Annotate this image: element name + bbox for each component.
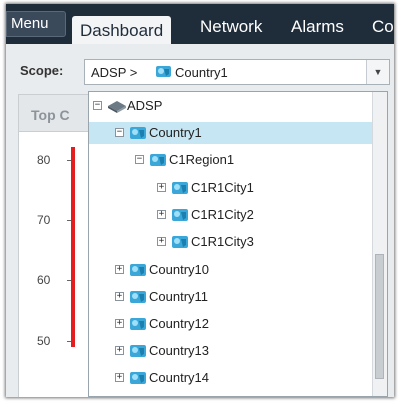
country-icon (155, 64, 172, 84)
collapse-toggle-icon[interactable]: − (93, 101, 102, 110)
menu-button[interactable]: Menu (6, 11, 66, 37)
city-icon (171, 207, 189, 228)
y-tick-label: 60 (37, 273, 51, 287)
country-icon (129, 289, 147, 310)
y-tick-label: 50 (37, 334, 51, 348)
top-nav-bar: Menu Dashboard Network Alarms Co (6, 4, 394, 44)
scope-select[interactable]: ADSP > Country1 ▼ (84, 59, 390, 85)
chevron-down-icon[interactable]: ▼ (366, 60, 389, 84)
scope-row: Scope: ADSP > Country1 ▼ (12, 56, 390, 86)
country-icon (129, 343, 147, 364)
scope-selected-value: Country1 (175, 65, 228, 80)
panel-header: Top C (19, 95, 99, 132)
chart-line (71, 147, 75, 347)
region-icon (149, 152, 167, 173)
tab-network[interactable]: Network (200, 17, 262, 44)
tree-node-country13[interactable]: + Country13 (89, 340, 375, 362)
expand-toggle-icon[interactable]: + (157, 237, 166, 246)
city-icon (171, 234, 189, 255)
tab-dashboard[interactable]: Dashboard (72, 16, 172, 44)
tree-node-label: ADSP (127, 98, 163, 113)
country-icon (129, 316, 147, 337)
country-icon (129, 370, 147, 391)
scope-label: Scope: (20, 63, 64, 78)
expand-toggle-icon[interactable]: + (115, 319, 124, 328)
expand-toggle-icon[interactable]: + (115, 346, 124, 355)
tree-scrollbar[interactable] (372, 92, 387, 396)
expand-toggle-icon[interactable]: + (115, 265, 124, 274)
y-tick-label: 80 (37, 153, 51, 167)
tree-node-label: C1R1City2 (191, 207, 254, 222)
tree-node-c1r1city1[interactable]: + C1R1City1 (89, 177, 375, 199)
tree-node-label: Country10 (149, 262, 209, 277)
tree-node-label: Country12 (149, 316, 209, 331)
collapse-toggle-icon[interactable]: − (115, 128, 124, 137)
scope-tree-dropdown[interactable]: − ADSP − Country1 − C1Region1 + C1R1City… (88, 91, 388, 397)
collapse-toggle-icon[interactable]: − (135, 155, 144, 164)
tree-node-label: Country11 (149, 289, 209, 304)
expand-toggle-icon[interactable]: + (115, 292, 124, 301)
tree-node-c1r1city3[interactable]: + C1R1City3 (89, 231, 375, 253)
app-window: Menu Dashboard Network Alarms Co Scope: … (6, 4, 394, 397)
tree-node-country1[interactable]: − Country1 (89, 122, 375, 144)
country-icon (129, 262, 147, 283)
tree-node-c1region1[interactable]: − C1Region1 (89, 149, 375, 171)
tab-configuration[interactable]: Co (372, 17, 394, 44)
tree-node-root[interactable]: − ADSP (89, 95, 375, 117)
tree-node-country14[interactable]: + Country14 (89, 367, 375, 389)
tab-alarms[interactable]: Alarms (291, 17, 344, 44)
tree-node-country12[interactable]: + Country12 (89, 313, 375, 335)
city-icon (171, 180, 189, 201)
tree-node-label: Country13 (149, 343, 209, 358)
tree-node-country10[interactable]: + Country10 (89, 259, 375, 281)
tree-node-c1r1city2[interactable]: + C1R1City2 (89, 204, 375, 226)
panel-title: Top C (31, 107, 70, 123)
expand-toggle-icon[interactable]: + (157, 210, 166, 219)
tree-node-label: C1R1City3 (191, 234, 254, 249)
dashboard-content: Scope: ADSP > Country1 ▼ Top C 80 70 60 … (6, 44, 394, 397)
tree-node-country11[interactable]: + Country11 (89, 286, 375, 308)
scrollbar-thumb[interactable] (375, 254, 384, 379)
expand-toggle-icon[interactable]: + (157, 183, 166, 192)
tree-node-label: C1Region1 (169, 152, 235, 167)
tree-node-label: Country14 (149, 370, 209, 385)
globe-icon (107, 98, 127, 118)
y-tick-label: 70 (37, 213, 51, 227)
scope-path: ADSP > (91, 65, 138, 80)
tree-node-label: Country1 (149, 125, 202, 140)
tree-node-label: C1R1City1 (191, 180, 254, 195)
expand-toggle-icon[interactable]: + (115, 373, 124, 382)
country-icon (129, 125, 147, 146)
